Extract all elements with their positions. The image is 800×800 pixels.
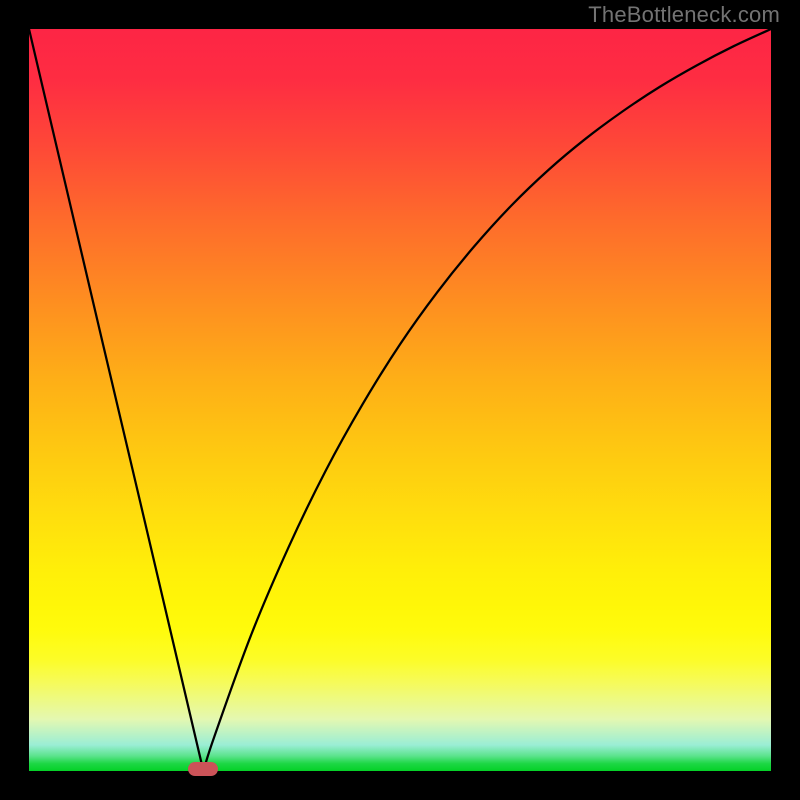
plot-area — [29, 29, 771, 771]
watermark-text: TheBottleneck.com — [588, 2, 780, 28]
bottleneck-curve — [29, 29, 771, 771]
chart-frame: TheBottleneck.com — [0, 0, 800, 800]
optimal-point-marker — [188, 762, 218, 776]
